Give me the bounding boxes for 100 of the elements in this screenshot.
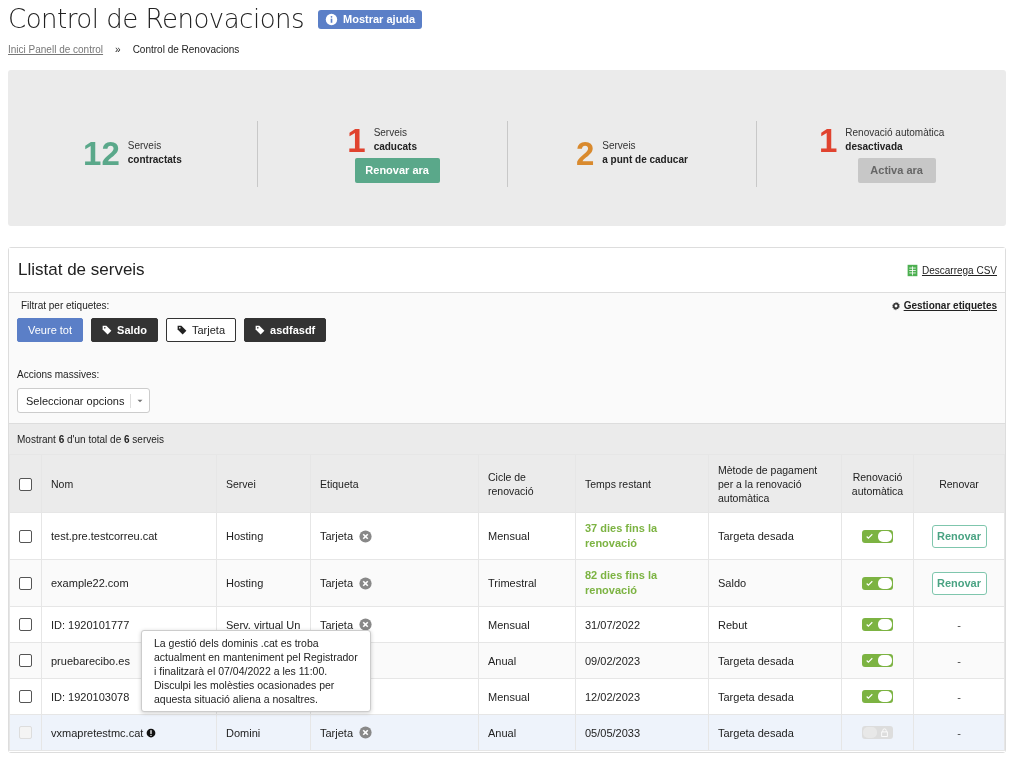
- stat-label: a punt de caducar: [602, 154, 688, 165]
- remove-icon[interactable]: [359, 618, 373, 632]
- csv-download-link[interactable]: Descarrega CSV: [905, 263, 997, 277]
- bulk-actions-label: Accions massives:: [17, 369, 101, 380]
- filter-button[interactable]: Tarjeta: [166, 318, 237, 342]
- tag-label: Tarjeta: [320, 726, 354, 739]
- column-header: Renovació automàtica: [841, 454, 914, 513]
- filter-button[interactable]: Veure tot: [17, 318, 84, 342]
- settings-icon: [890, 300, 901, 311]
- row-checkbox[interactable]: [19, 618, 32, 632]
- time-remaining: 12/02/2023: [585, 690, 641, 703]
- filter-button[interactable]: asdfasdf: [244, 318, 327, 342]
- renew-button[interactable]: Renovar: [931, 524, 987, 548]
- service-name: vxmapretestmc.cat: [51, 726, 144, 739]
- results-summary: Mostrant 6 d'un total de 6 serveis: [17, 433, 164, 445]
- time-remaining: 05/05/2033: [585, 726, 641, 739]
- renewal-cycle: Anual: [488, 654, 517, 667]
- auto-renew-toggle[interactable]: [862, 618, 893, 632]
- stat-number: 2: [575, 139, 595, 169]
- time-remaining: 31/07/2022: [585, 618, 641, 631]
- tooltip: La gestió dels dominis .cat es troba actualment en manteniment pel Registrador i finalitzarà el 07/04/2022 a les 11:00. Disculpi les molèsties ocasionades per aquesta situació aliena a nosaltres.: [141, 630, 371, 712]
- service-type: Hosting: [226, 530, 264, 542]
- renew-now-button[interactable]: Renovar ara: [354, 157, 440, 183]
- payment-method: Targeta desada: [718, 726, 794, 739]
- row-checkbox[interactable]: [19, 690, 32, 704]
- card-title: Llistat de serveis: [18, 260, 145, 280]
- breadcrumb-item: Control de Renovacions: [132, 44, 240, 55]
- lock-icon: [880, 728, 889, 738]
- remove-icon[interactable]: [359, 529, 373, 543]
- auto-renew-toggle[interactable]: [862, 576, 893, 590]
- stat-label: contractats: [127, 154, 182, 165]
- remove-icon[interactable]: [359, 576, 373, 590]
- payment-method: Targeta desada: [718, 690, 794, 703]
- time-remaining: 37 dies fins la renovació: [585, 521, 659, 551]
- service-name: ID: 1920103078: [51, 690, 130, 703]
- row-checkbox[interactable]: [19, 529, 32, 543]
- stat-label: Serveis: [127, 140, 163, 151]
- column-header: Etiqueta: [310, 454, 479, 513]
- stat-label: caducats: [373, 140, 417, 152]
- info-icon: [325, 12, 339, 26]
- page-title: Control de Renovacions: [8, 4, 305, 34]
- renewal-cycle: Mensual: [488, 530, 530, 542]
- row-checkbox[interactable]: [19, 654, 32, 668]
- tag-label: Tarjeta: [320, 530, 354, 543]
- check-icon: [865, 692, 874, 702]
- breadcrumb-link[interactable]: Inici Panell de control: [8, 44, 104, 55]
- empty-value: -: [957, 726, 961, 739]
- tag-label: Tarjeta: [320, 577, 354, 590]
- stat-number: 12: [83, 139, 120, 169]
- filter-label: Filtrat per etiquetes:: [21, 300, 110, 311]
- spreadsheet-icon: [905, 263, 919, 277]
- breadcrumb-item: »: [115, 44, 121, 55]
- auto-renew-toggle[interactable]: [862, 654, 893, 668]
- service-type: Hosting: [226, 577, 264, 589]
- auto-renew-toggle[interactable]: [862, 529, 893, 543]
- tag-label: Tarjeta: [320, 618, 354, 631]
- renew-button[interactable]: Renovar: [931, 571, 987, 595]
- stat-label: Serveis: [602, 140, 637, 151]
- service-type: Domini: [226, 726, 261, 739]
- stat-label: desactivada: [845, 140, 904, 152]
- column-header: Temps restant: [575, 454, 709, 513]
- empty-value: -: [957, 654, 961, 667]
- column-header: Servei: [216, 454, 311, 513]
- column-header: Nom: [41, 454, 217, 513]
- empty-value: -: [957, 618, 961, 631]
- filter-button[interactable]: Saldo: [91, 318, 158, 342]
- tag-icon: [255, 325, 266, 335]
- bulk-actions-select[interactable]: Seleccionar opcions: [17, 388, 151, 413]
- tag-icon: [177, 325, 187, 335]
- stat-number: 1: [347, 125, 366, 156]
- time-remaining: 09/02/2023: [585, 654, 641, 667]
- check-icon: [865, 620, 874, 630]
- help-button[interactable]: Mostrar ajuda: [318, 9, 423, 29]
- stat-label: Renovació automàtica: [845, 126, 945, 138]
- empty-value: -: [957, 690, 961, 703]
- renewal-cycle: Mensual: [488, 690, 530, 703]
- payment-method: Rebut: [718, 618, 748, 631]
- check-icon: [865, 578, 874, 588]
- row-checkbox[interactable]: [19, 576, 32, 590]
- stat-label: Serveis: [373, 126, 408, 138]
- payment-method: Targeta desada: [718, 530, 794, 542]
- stat-number: 1: [818, 125, 838, 156]
- service-name: example22.com: [51, 577, 129, 589]
- column-header: Mètode de pagament per a la renovació automàtica: [708, 454, 842, 513]
- manage-tags-link[interactable]: Gestionar etiquetes: [890, 300, 997, 311]
- payment-method: Targeta desada: [718, 654, 794, 667]
- tag-icon: [102, 325, 113, 335]
- service-type: Serv. virtual Un: [226, 618, 301, 631]
- payment-method: Saldo: [718, 577, 747, 589]
- select-all-checkbox[interactable]: [19, 477, 32, 491]
- service-name: test.pre.testcorreu.cat: [51, 530, 158, 542]
- check-icon: [865, 531, 874, 541]
- renewal-cycle: Mensual: [488, 618, 530, 631]
- column-header: Cicle de renovació: [478, 454, 576, 513]
- column-header: Renovar: [913, 454, 1005, 513]
- renewal-cycle: Anual: [488, 726, 517, 739]
- auto-renew-toggle[interactable]: [862, 690, 893, 704]
- check-icon: [865, 656, 874, 666]
- service-name: pruebarecibo.es: [51, 654, 130, 667]
- service-name: ID: 1920101777: [51, 618, 130, 631]
